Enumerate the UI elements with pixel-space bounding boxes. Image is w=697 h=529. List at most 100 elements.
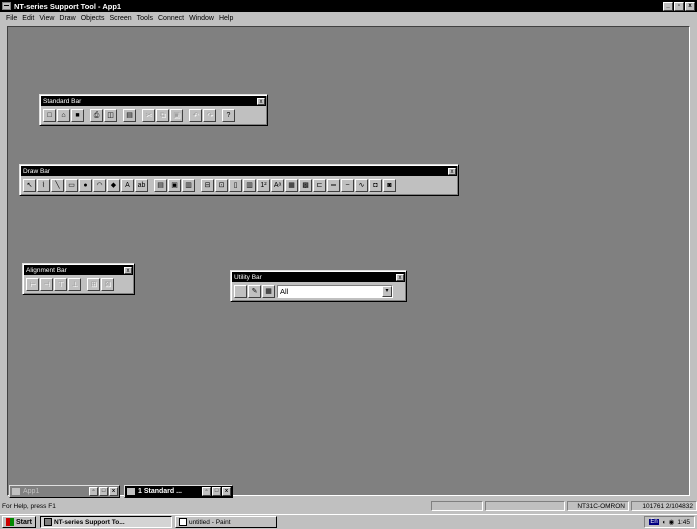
maximize-button[interactable]: □ bbox=[99, 487, 108, 496]
draw-tool-button[interactable]: ◠ bbox=[93, 179, 106, 192]
status-size-text: 101761 2/104832 bbox=[642, 502, 693, 510]
draw-tool-button[interactable]: ● bbox=[79, 179, 92, 192]
draw-tool-button[interactable]: Aᵃ bbox=[271, 179, 284, 192]
alignment-button[interactable]: ⊤ bbox=[54, 278, 67, 291]
alignment-button[interactable]: ⊣ bbox=[40, 278, 53, 291]
menu-help[interactable]: Help bbox=[219, 15, 233, 22]
taskbar-item-nt-support-label: NT-series Support To... bbox=[53, 518, 125, 526]
utility-pen-button[interactable]: ✎ bbox=[248, 285, 261, 298]
close-button[interactable]: x bbox=[685, 1, 695, 11]
app-title-bar[interactable]: NT-series Support Tool - App1 _ ▫ x bbox=[0, 0, 697, 12]
standard-bar-close-button[interactable]: x bbox=[257, 97, 265, 105]
menu-screen[interactable]: Screen bbox=[109, 15, 131, 22]
maximize-button[interactable]: □ bbox=[212, 487, 221, 496]
draw-tool-button[interactable]: ⌇ bbox=[37, 179, 50, 192]
volume-icon[interactable]: ◖ bbox=[662, 519, 666, 526]
alignment-bar-close-button[interactable]: x bbox=[124, 266, 132, 274]
draw-tool-button[interactable]: ◘ bbox=[369, 179, 382, 192]
alignment-button[interactable]: ⊞ bbox=[87, 278, 100, 291]
utility-bar-titlebar[interactable]: Utility Bar x bbox=[232, 272, 405, 282]
copy-button[interactable]: ⧉ bbox=[156, 109, 169, 122]
keyboard-icon[interactable]: En bbox=[649, 519, 659, 525]
utility-blank-button[interactable] bbox=[234, 285, 247, 298]
taskbar-item-nt-support[interactable]: NT-series Support To... bbox=[39, 516, 172, 528]
draw-tool-button[interactable]: ▩ bbox=[299, 179, 312, 192]
taskbar-item-paint-label: untitled - Paint bbox=[188, 518, 231, 526]
menu-draw[interactable]: Draw bbox=[59, 15, 75, 22]
save-button[interactable]: ■ bbox=[71, 109, 84, 122]
undo-button[interactable]: ↶ bbox=[189, 109, 202, 122]
utility-filter-select[interactable]: All ▾ bbox=[277, 285, 393, 298]
menu-connect[interactable]: Connect bbox=[158, 15, 184, 22]
draw-tool-button[interactable]: ◆ bbox=[107, 179, 120, 192]
utility-bar: Utility Bar x ✎ ▦ All ▾ bbox=[230, 270, 407, 302]
draw-bar-close-button[interactable]: x bbox=[448, 167, 456, 175]
draw-bar-titlebar[interactable]: Draw Bar x bbox=[21, 166, 457, 176]
print-preview-button[interactable]: ◫ bbox=[104, 109, 117, 122]
menu-file[interactable]: File bbox=[6, 15, 17, 22]
minimize-button[interactable]: _ bbox=[663, 1, 673, 11]
alignment-button[interactable]: ⊠ bbox=[101, 278, 114, 291]
status-model-text: NT31C-OMRON bbox=[577, 502, 625, 510]
alignment-button[interactable]: ⊥ bbox=[68, 278, 81, 291]
start-button[interactable]: Start bbox=[2, 516, 36, 528]
draw-tool-button[interactable]: 1² bbox=[257, 179, 270, 192]
cut-button[interactable]: ✂ bbox=[142, 109, 155, 122]
minimized-window-app1[interactable]: App1 ▫ □ x bbox=[9, 485, 120, 498]
draw-tool-button[interactable]: ⊡ bbox=[215, 179, 228, 192]
menu-tools[interactable]: Tools bbox=[137, 15, 153, 22]
paste-button[interactable]: ▣ bbox=[170, 109, 183, 122]
windows-logo-icon bbox=[6, 518, 14, 526]
close-button[interactable]: x bbox=[109, 487, 118, 496]
utility-bar-title: Utility Bar bbox=[234, 273, 262, 281]
draw-tool-button[interactable]: ⊟ bbox=[201, 179, 214, 192]
standard-bar-titlebar[interactable]: Standard Bar x bbox=[41, 96, 266, 106]
context-help-button[interactable]: ? bbox=[222, 109, 235, 122]
draw-tool-button[interactable]: ~ bbox=[341, 179, 354, 192]
close-button[interactable]: x bbox=[222, 487, 231, 496]
draw-tool-button[interactable]: ╲ bbox=[51, 179, 64, 192]
draw-tool-button[interactable]: ═ bbox=[327, 179, 340, 192]
draw-tool-button[interactable]: ▤ bbox=[154, 179, 167, 192]
window-controls: _ ▫ x bbox=[663, 1, 695, 11]
restore-button[interactable]: ▫ bbox=[674, 1, 684, 11]
menu-window[interactable]: Window bbox=[189, 15, 214, 22]
draw-tool-button[interactable]: ▣ bbox=[168, 179, 181, 192]
draw-tool-button[interactable]: ▦ bbox=[285, 179, 298, 192]
app-window-icon bbox=[127, 488, 135, 495]
draw-tool-button[interactable]: A bbox=[121, 179, 134, 192]
taskbar-item-paint[interactable]: untitled - Paint bbox=[174, 516, 277, 528]
draw-tool-button[interactable]: ab bbox=[135, 179, 148, 192]
utility-bar-close-button[interactable]: x bbox=[396, 273, 404, 281]
status-pane-2 bbox=[431, 501, 483, 511]
print-button[interactable]: ⎙ bbox=[90, 109, 103, 122]
draw-tool-button[interactable]: ▥ bbox=[182, 179, 195, 192]
draw-tool-button[interactable]: ◙ bbox=[383, 179, 396, 192]
menu-edit[interactable]: Edit bbox=[22, 15, 34, 22]
draw-tool-button[interactable]: ∿ bbox=[355, 179, 368, 192]
new-button[interactable]: □ bbox=[43, 109, 56, 122]
menu-view[interactable]: View bbox=[39, 15, 54, 22]
open-button[interactable]: ⌂ bbox=[57, 109, 70, 122]
alignment-button[interactable]: ⊢ bbox=[26, 278, 39, 291]
transfer-button[interactable]: ▤ bbox=[123, 109, 136, 122]
restore-button[interactable]: ▫ bbox=[202, 487, 211, 496]
draw-tool-button[interactable]: ▯ bbox=[229, 179, 242, 192]
restore-button[interactable]: ▫ bbox=[89, 487, 98, 496]
alignment-bar-titlebar[interactable]: Alignment Bar x bbox=[24, 265, 133, 275]
minimized-window-standard[interactable]: 1 Standard ... ▫ □ x bbox=[124, 485, 233, 498]
draw-tool-button[interactable]: ↖ bbox=[23, 179, 36, 192]
draw-tool-button[interactable]: ▭ bbox=[65, 179, 78, 192]
app-system-menu-icon[interactable] bbox=[2, 2, 11, 10]
draw-tool-button[interactable]: ⊏ bbox=[313, 179, 326, 192]
menu-objects[interactable]: Objects bbox=[81, 15, 105, 22]
clock[interactable]: 1:45 bbox=[677, 519, 690, 526]
redo-button[interactable]: ↷ bbox=[203, 109, 216, 122]
draw-tool-button[interactable]: ▥ bbox=[243, 179, 256, 192]
network-icon[interactable]: ◉ bbox=[669, 518, 675, 526]
utility-grid-button[interactable]: ▦ bbox=[262, 285, 275, 298]
app-window-icon bbox=[12, 488, 20, 495]
chevron-down-icon[interactable]: ▾ bbox=[382, 286, 392, 297]
taskbar: Start NT-series Support To... untitled -… bbox=[0, 514, 697, 529]
minimized-window-app1-controls: ▫ □ x bbox=[89, 487, 118, 496]
